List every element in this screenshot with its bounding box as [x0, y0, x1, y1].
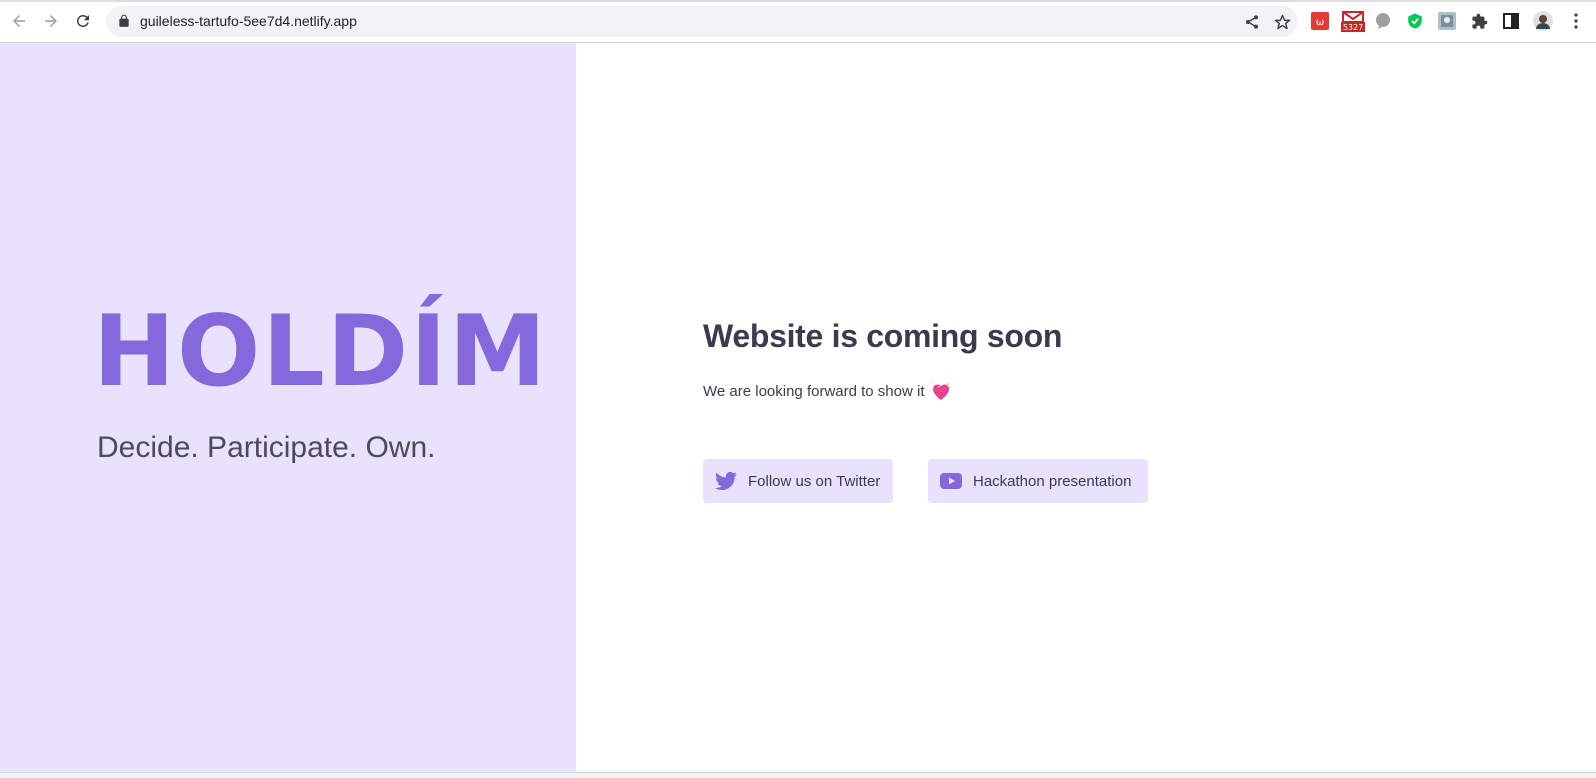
window-bottom-edge [0, 772, 1596, 778]
reload-icon [76, 14, 89, 27]
sparkling-heart-icon [931, 381, 950, 400]
twitter-button-label: Follow us on Twitter [748, 472, 881, 490]
follow-twitter-button[interactable]: Follow us on Twitter [703, 459, 893, 503]
svg-text:ω: ω [1316, 17, 1324, 28]
browser-menu-button[interactable] [1566, 11, 1586, 31]
page-content: HOLDÍM Decide. Participate. Own. Website… [0, 43, 1596, 772]
tagline: Decide. Participate. Own. [97, 431, 436, 464]
subtitle: We are looking forward to show it [703, 379, 953, 403]
green-shield-icon[interactable] [1405, 11, 1425, 31]
main-panel: Website is coming soon We are looking fo… [576, 43, 1596, 772]
arrow-right-icon [45, 15, 57, 27]
tab-strip-edge [0, 0, 1596, 2]
share-icon[interactable] [1242, 12, 1262, 32]
bookmark-star-icon[interactable] [1272, 12, 1292, 32]
photo-extension-icon[interactable] [1437, 11, 1457, 31]
url-text[interactable]: guileless-tartufo-5ee7d4.netlify.app [140, 13, 357, 29]
browser-toolbar: guileless-tartufo-5ee7d4.netlify.app ω 5… [0, 0, 1596, 43]
puzzle-icon[interactable] [1469, 11, 1489, 31]
gmail-icon[interactable]: 5327 [1340, 11, 1366, 32]
hero-panel: HOLDÍM Decide. Participate. Own. [0, 43, 576, 772]
side-panel-icon[interactable] [1501, 11, 1521, 31]
back-button[interactable] [7, 9, 31, 33]
profile-avatar[interactable] [1533, 11, 1553, 31]
twitter-icon [715, 471, 737, 491]
youtube-icon [940, 473, 962, 489]
gray-bubble-icon[interactable] [1373, 11, 1393, 31]
arrow-left-icon [13, 15, 25, 27]
lock-icon [119, 14, 129, 27]
gmail-badge-count: 5327 [1343, 23, 1363, 32]
forward-button[interactable] [39, 9, 63, 33]
red-extension-icon[interactable]: ω [1310, 11, 1330, 31]
hackathon-presentation-button[interactable]: Hackathon presentation [928, 459, 1148, 503]
brand-logo: HOLDÍM [93, 295, 549, 409]
hackathon-button-label: Hackathon presentation [973, 472, 1132, 490]
page-title: Website is coming soon [703, 318, 1063, 354]
subtitle-text: We are looking forward to show it [703, 382, 925, 400]
kebab-menu-icon [1574, 13, 1578, 29]
reload-button[interactable] [71, 9, 95, 33]
address-bar[interactable]: guileless-tartufo-5ee7d4.netlify.app [106, 6, 1298, 37]
